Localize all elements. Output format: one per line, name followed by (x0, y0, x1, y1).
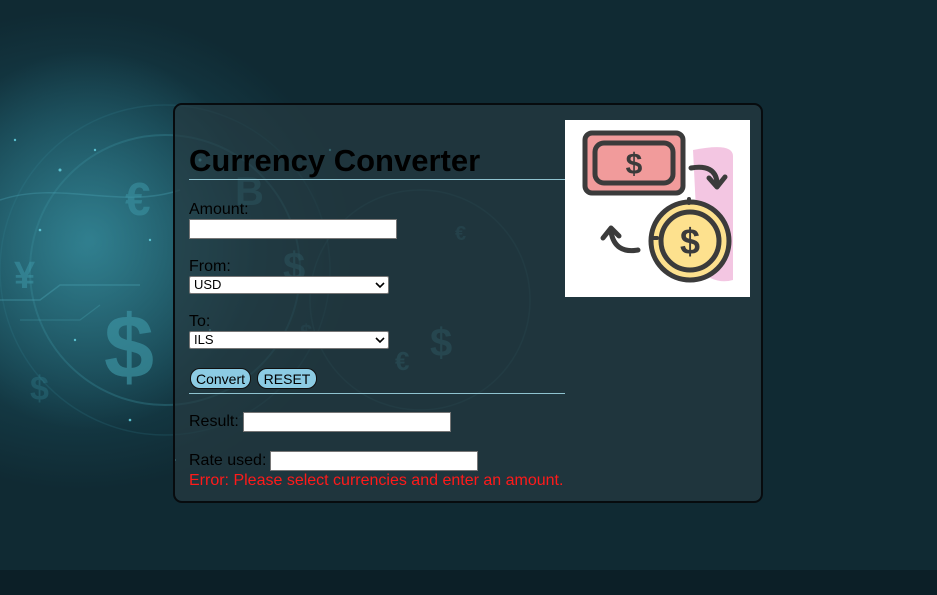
to-label: To: (189, 313, 211, 330)
currency-exchange-illustration: $ $ (582, 130, 733, 283)
result-divider (189, 393, 565, 394)
bg-euro-symbol: € (125, 173, 151, 225)
reset-button[interactable]: RESET (257, 368, 317, 389)
page-title: Currency Converter (189, 143, 481, 178)
bg-dollar-symbol-3: $ (30, 370, 49, 408)
from-currency-select[interactable]: USD (189, 276, 389, 294)
amount-label: Amount: (189, 201, 249, 218)
svg-text:$: $ (626, 148, 643, 181)
converter-panel: Currency Converter $ $ Amount: From: USD… (173, 103, 763, 503)
from-currency-value: USD (194, 277, 222, 292)
convert-button[interactable]: Convert (190, 368, 251, 389)
rate-used-field[interactable] (270, 451, 478, 471)
title-divider (189, 179, 565, 180)
result-field[interactable] (243, 412, 451, 432)
bg-large-dollar-symbol: $ (104, 298, 154, 398)
from-label: From: (189, 258, 231, 275)
amount-input[interactable] (189, 219, 397, 239)
result-label: Result: (189, 413, 239, 430)
to-currency-value: ILS (194, 332, 214, 347)
chevron-down-icon (375, 337, 385, 344)
page-bottom-band (0, 570, 937, 595)
to-currency-select[interactable]: ILS (189, 331, 389, 349)
bg-yen-symbol: ¥ (14, 255, 35, 297)
rate-used-label: Rate used: (189, 452, 267, 469)
error-message: Error: Please select currencies and ente… (189, 472, 564, 489)
currency-exchange-icon: $ $ (565, 120, 750, 297)
chevron-down-icon (375, 282, 385, 289)
svg-text:$: $ (680, 221, 700, 262)
